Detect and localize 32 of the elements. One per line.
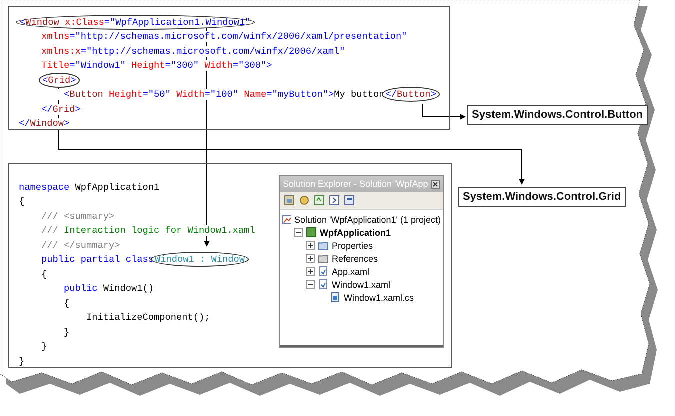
folder-icon [318, 240, 329, 251]
tree-item[interactable]: Solution 'WpfApplication1' (1 project) [294, 214, 441, 224]
view-designer-icon[interactable] [344, 195, 355, 206]
panel-title: Solution Explorer - Solution 'WpfApp [283, 179, 428, 189]
view-code-icon[interactable] [329, 195, 340, 206]
collapse-icon[interactable] [306, 280, 315, 289]
code-text: </Window> [19, 118, 70, 130]
expand-icon[interactable] [306, 267, 315, 276]
code-text: { [19, 196, 25, 208]
class-label: System.Windows.Control.Button [467, 105, 648, 125]
folder-icon [318, 253, 329, 264]
class-label: System.Windows.Control.Grid [458, 187, 626, 207]
file-icon [318, 279, 329, 290]
expand-icon[interactable] [306, 254, 315, 263]
sync-icon[interactable] [314, 195, 325, 206]
solution-icon [282, 214, 292, 225]
tree-item[interactable]: Window1.xaml.cs [344, 292, 414, 302]
close-icon[interactable] [431, 180, 440, 188]
code-text: } [19, 356, 25, 367]
tree-item[interactable]: Window1.xaml [332, 280, 391, 290]
tree-item[interactable]: References [332, 254, 378, 264]
tree-item[interactable]: App.xaml [332, 266, 370, 276]
tree-item[interactable]: Properties [332, 240, 374, 250]
expand-icon[interactable] [306, 241, 315, 250]
properties-icon[interactable] [284, 195, 295, 206]
file-icon [318, 266, 329, 277]
code-file-icon [330, 292, 341, 303]
collapse-icon[interactable] [294, 228, 303, 237]
code-text: namespace WpfApplication1 [19, 182, 160, 193]
project-icon [306, 227, 317, 238]
refresh-icon[interactable] [299, 195, 310, 206]
tree-item[interactable]: WpfApplication1 [320, 228, 391, 238]
